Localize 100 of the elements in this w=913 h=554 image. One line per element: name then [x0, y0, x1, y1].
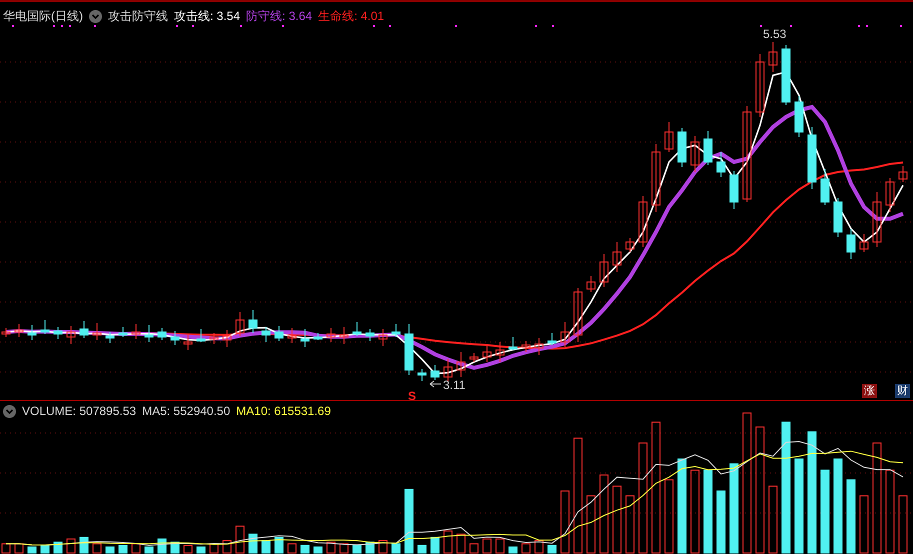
signal-label: S: [408, 389, 416, 402]
candlestick: [262, 326, 270, 342]
candlestick: [196, 328, 206, 342]
candlestick: [444, 358, 452, 382]
candlestick: [456, 352, 466, 378]
low-price-label: 3.11: [443, 378, 466, 392]
tag-badge[interactable]: 财: [895, 384, 910, 398]
volume-bar: [470, 543, 478, 554]
high-price-label: 5.53: [763, 27, 786, 41]
volume-bar: [716, 490, 726, 554]
volume-bar: [314, 546, 322, 554]
candlestick: [860, 234, 868, 252]
indicator-value: 防守线: 3.64: [246, 8, 312, 25]
candlestick: [560, 322, 570, 348]
candlestick: [288, 328, 296, 344]
volume-bar: [586, 495, 596, 554]
indicator-value: 攻击线: 3.54: [174, 8, 240, 25]
volume-bar: [444, 530, 452, 554]
volume-bar: [106, 546, 114, 554]
candlestick: [430, 364, 440, 380]
candlestick: [482, 346, 492, 362]
candlestick: [300, 328, 310, 348]
volume-bar: [860, 495, 868, 554]
dropdown-icon[interactable]: [3, 404, 16, 418]
candlestick: [898, 166, 908, 182]
candlestick: [144, 324, 154, 342]
volume-bar: [626, 495, 634, 554]
candlestick: [664, 122, 674, 152]
candlestick: [600, 254, 608, 288]
candlestick: [548, 332, 556, 346]
candlestick: [378, 328, 388, 346]
candlestick: [14, 324, 24, 338]
candlestick: [366, 328, 374, 342]
volume-bar: [300, 544, 310, 554]
candlestick: [28, 324, 36, 340]
candlestick: [522, 340, 530, 352]
volume-bar: [404, 488, 414, 554]
candlestick: [508, 336, 518, 350]
volume-bar: [898, 495, 908, 554]
volume-bar: [482, 538, 492, 554]
candlestick: [534, 338, 544, 356]
volume-bar: [80, 536, 88, 554]
candlestick: [612, 242, 622, 272]
volume-bar: [456, 534, 466, 554]
candlestick: [274, 326, 284, 342]
volume-bar: [132, 543, 140, 554]
candlestick: [340, 326, 348, 344]
candlestick: [574, 288, 582, 342]
candlestick: [872, 192, 882, 248]
indicator-name[interactable]: 攻击防守线: [108, 8, 168, 25]
tag-badge[interactable]: 涨: [862, 384, 877, 398]
candlestick: [118, 326, 128, 338]
candlestick: [314, 332, 322, 340]
candlestick: [236, 312, 244, 336]
candlestick: [248, 310, 258, 334]
volume-bar: [430, 536, 440, 554]
candlestick: [794, 96, 804, 138]
volume-bar: [54, 542, 62, 554]
arrow-icon: [430, 380, 442, 388]
volume-bar: [496, 538, 504, 554]
candlestick: [638, 196, 648, 248]
candlestick: [352, 322, 362, 336]
candlestick: [704, 130, 712, 166]
volume-bar: [508, 546, 518, 554]
candlestick: [626, 238, 634, 252]
candlestick: [404, 324, 414, 376]
candlestick: [690, 136, 700, 172]
candlestick: [496, 342, 504, 362]
candlestick: [66, 326, 76, 344]
volume-bar: [548, 544, 556, 554]
volume-value: MA5: 552940.50: [142, 404, 230, 418]
volume-bar: [274, 536, 284, 554]
candlestick: [418, 368, 426, 382]
candlestick: [820, 168, 830, 206]
candlestick: [170, 330, 180, 346]
candlestick: [92, 322, 102, 340]
candlestick: [678, 128, 686, 168]
volume-bar: [118, 544, 128, 554]
volume-bar: [196, 546, 206, 554]
volume-bar: [352, 544, 362, 554]
candlestick: [106, 332, 114, 344]
volume-bar: [92, 543, 102, 554]
candlestick: [782, 44, 790, 106]
volume-bar: [612, 486, 622, 554]
volume-bar: [534, 540, 544, 554]
volume-bar: [288, 543, 296, 554]
candlestick: [222, 330, 232, 348]
dropdown-icon[interactable]: [89, 10, 102, 23]
candlestick: [158, 328, 166, 340]
candlestick: [886, 178, 894, 212]
candlestick: [768, 42, 778, 72]
candlestick: [756, 54, 764, 118]
volume-bar: [340, 543, 348, 554]
candlestick: [586, 276, 596, 292]
volume-bar: [2, 543, 10, 554]
volume-bar: [768, 486, 778, 554]
volume-bar: [184, 544, 192, 554]
candlestick: [652, 144, 660, 212]
candlestick: [470, 352, 478, 362]
chart-title: 华电国际(日线): [3, 8, 83, 25]
